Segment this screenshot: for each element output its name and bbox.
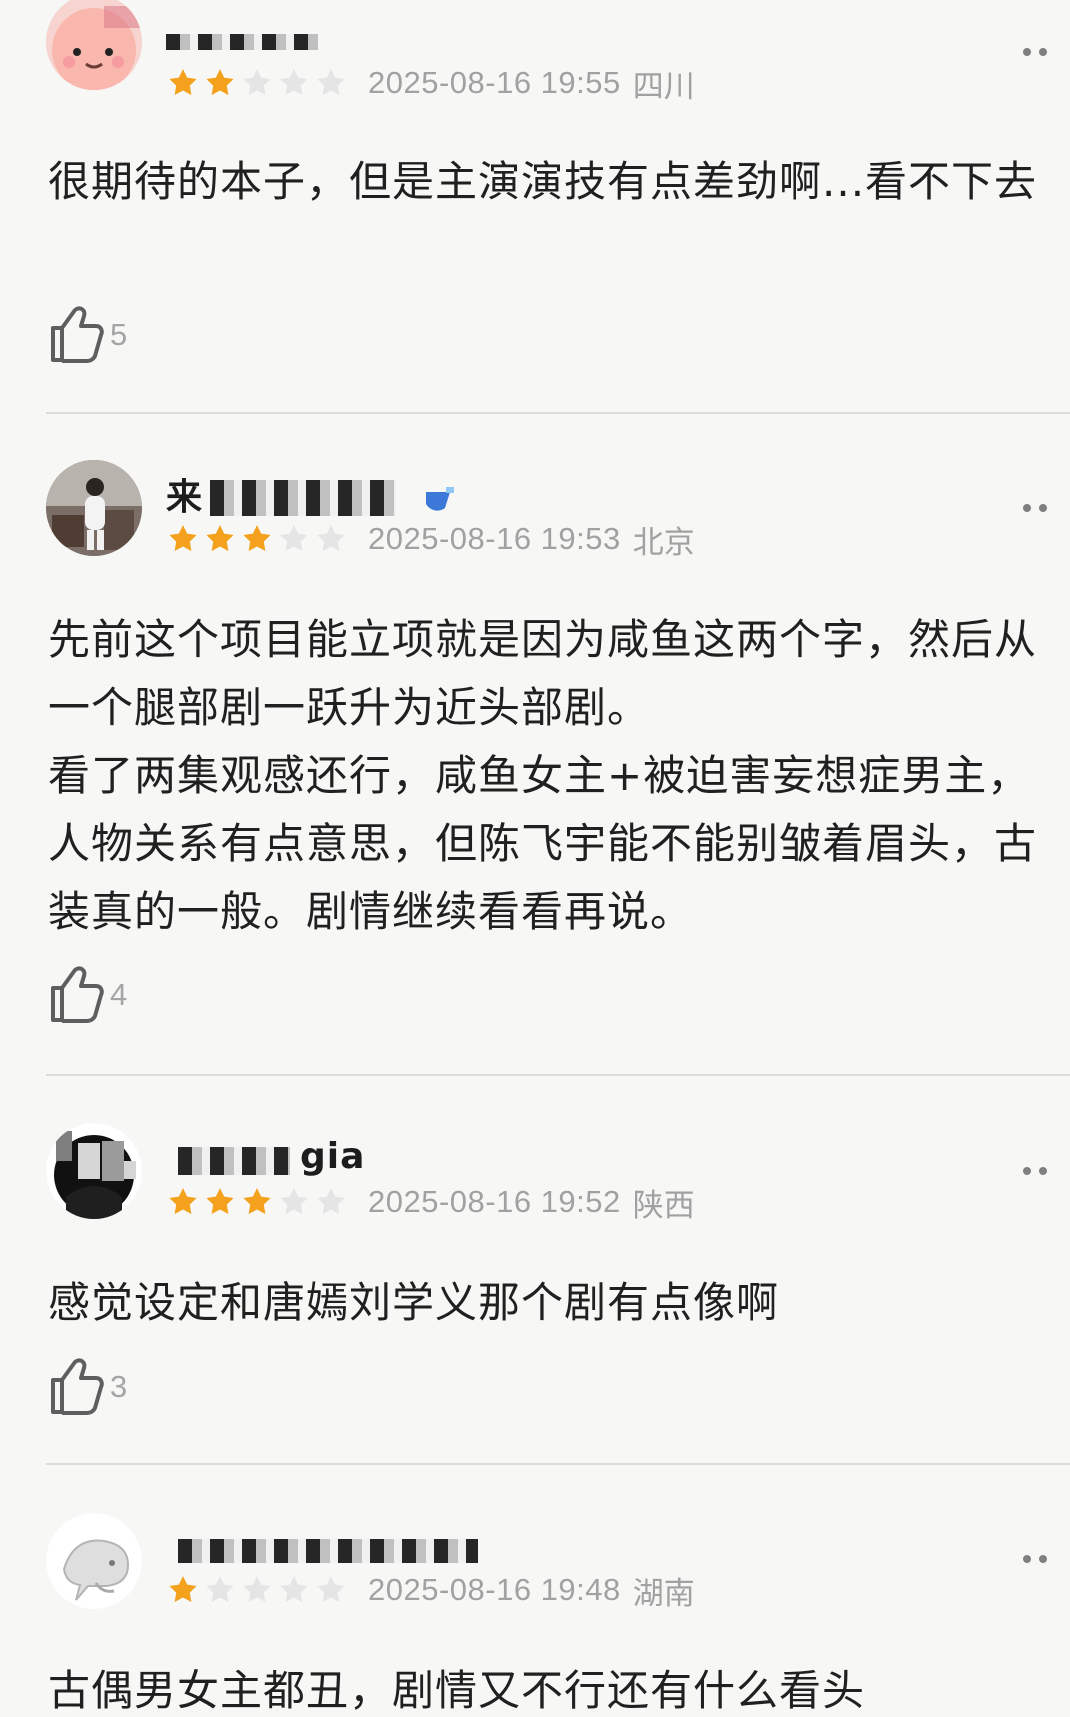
empty-star-icon (206, 1576, 234, 1602)
thumbs-up-icon (51, 1358, 104, 1415)
comment-content: 先前这个项目能立项就是因为咸鱼这两个字，然后从一个腿部剧一跃升为近头部剧。 看了… (48, 615, 1038, 936)
comment-date: 2025-08-16 19:53 (368, 521, 621, 556)
like-count: 5 (110, 317, 128, 352)
comment-divider (46, 1074, 1070, 1076)
comment-location: 陕西 (632, 1187, 695, 1224)
pink-cartoon-avatar-icon (46, 0, 142, 90)
dot (1039, 48, 1047, 56)
rating-stars (166, 1573, 348, 1607)
more-options-button[interactable] (1010, 38, 1060, 66)
avatar[interactable] (46, 0, 142, 90)
dark-photo-avatar-icon (46, 1123, 142, 1219)
comment-location: 四川 (632, 68, 695, 105)
thumbs-up-icon (51, 306, 104, 363)
like-count: 3 (110, 1369, 128, 1404)
meta-row: 2025-08-16 19:55 四川 (166, 64, 695, 105)
avatar[interactable] (46, 460, 142, 556)
comment-divider (46, 412, 1070, 414)
comment-content: 感觉设定和唐嫣刘学义那个剧有点像啊 (48, 1278, 780, 1327)
comment-date: 2025-08-16 19:52 (368, 1184, 621, 1219)
dot (1039, 1555, 1047, 1563)
dot (1023, 1555, 1031, 1563)
more-options-button[interactable] (1010, 1157, 1060, 1185)
dot (1039, 1167, 1047, 1175)
empty-star-icon (280, 1188, 308, 1214)
comment-location: 北京 (632, 524, 695, 561)
avatar[interactable] (46, 1123, 142, 1219)
comment-divider (46, 1463, 1070, 1465)
comment-date: 2025-08-16 19:48 (368, 1572, 621, 1607)
meta-row: 2025-08-16 19:52 陕西 (166, 1183, 695, 1224)
like-button[interactable]: 5 (48, 304, 127, 366)
empty-star-icon (280, 525, 308, 551)
more-options-button[interactable] (1010, 494, 1060, 522)
blurred-username (178, 1539, 478, 1563)
blurred-username (166, 34, 318, 50)
badge-icon (420, 484, 456, 512)
dot (1039, 504, 1047, 512)
filled-star-icon (169, 1576, 197, 1602)
empty-star-icon (317, 69, 345, 95)
thumbs-up-icon (51, 966, 104, 1023)
comment-content: 很期待的本子，但是主演演技有点差劲啊...看不下去 (48, 157, 1038, 206)
filled-star-icon (206, 525, 234, 551)
filled-star-icon (169, 525, 197, 551)
empty-star-icon (317, 1188, 345, 1214)
filled-star-icon (243, 525, 271, 551)
filled-star-icon (206, 1188, 234, 1214)
filled-star-icon (206, 69, 234, 95)
blurred-username (210, 480, 396, 516)
like-button[interactable]: 3 (48, 1356, 127, 1418)
filled-star-icon (169, 69, 197, 95)
empty-star-icon (243, 1576, 271, 1602)
like-count: 4 (110, 977, 128, 1012)
more-options-button[interactable] (1010, 1545, 1060, 1573)
like-button[interactable]: 4 (48, 964, 127, 1026)
rating-stars (166, 66, 348, 100)
meta-row: 2025-08-16 19:48 湖南 (166, 1571, 695, 1612)
blurred-username (178, 1147, 290, 1175)
empty-star-icon (317, 525, 345, 551)
dot (1023, 504, 1031, 512)
comment-location: 湖南 (632, 1575, 695, 1612)
rating-stars (166, 1185, 348, 1219)
empty-star-icon (243, 69, 271, 95)
avatar[interactable] (46, 1513, 142, 1609)
rating-stars (166, 522, 348, 556)
dot (1023, 1167, 1031, 1175)
empty-star-icon (280, 1576, 308, 1602)
empty-star-icon (280, 69, 308, 95)
username[interactable]: gia (300, 1137, 380, 1177)
comment-date: 2025-08-16 19:55 (368, 65, 621, 100)
filled-star-icon (169, 1188, 197, 1214)
comment-content: 古偶男女主都丑，剧情又不行还有什么看头 (48, 1666, 866, 1715)
dot (1023, 48, 1031, 56)
filled-star-icon (243, 1188, 271, 1214)
empty-star-icon (317, 1576, 345, 1602)
username[interactable]: 来 (166, 478, 212, 518)
comment-feed: 2025-08-16 19:55 四川 很期待的本子，但是主演演技有点差劲啊..… (0, 0, 1070, 1717)
whale-avatar-icon (46, 1513, 142, 1609)
photo-avatar-icon (46, 460, 142, 556)
meta-row: 2025-08-16 19:53 北京 (166, 520, 695, 561)
